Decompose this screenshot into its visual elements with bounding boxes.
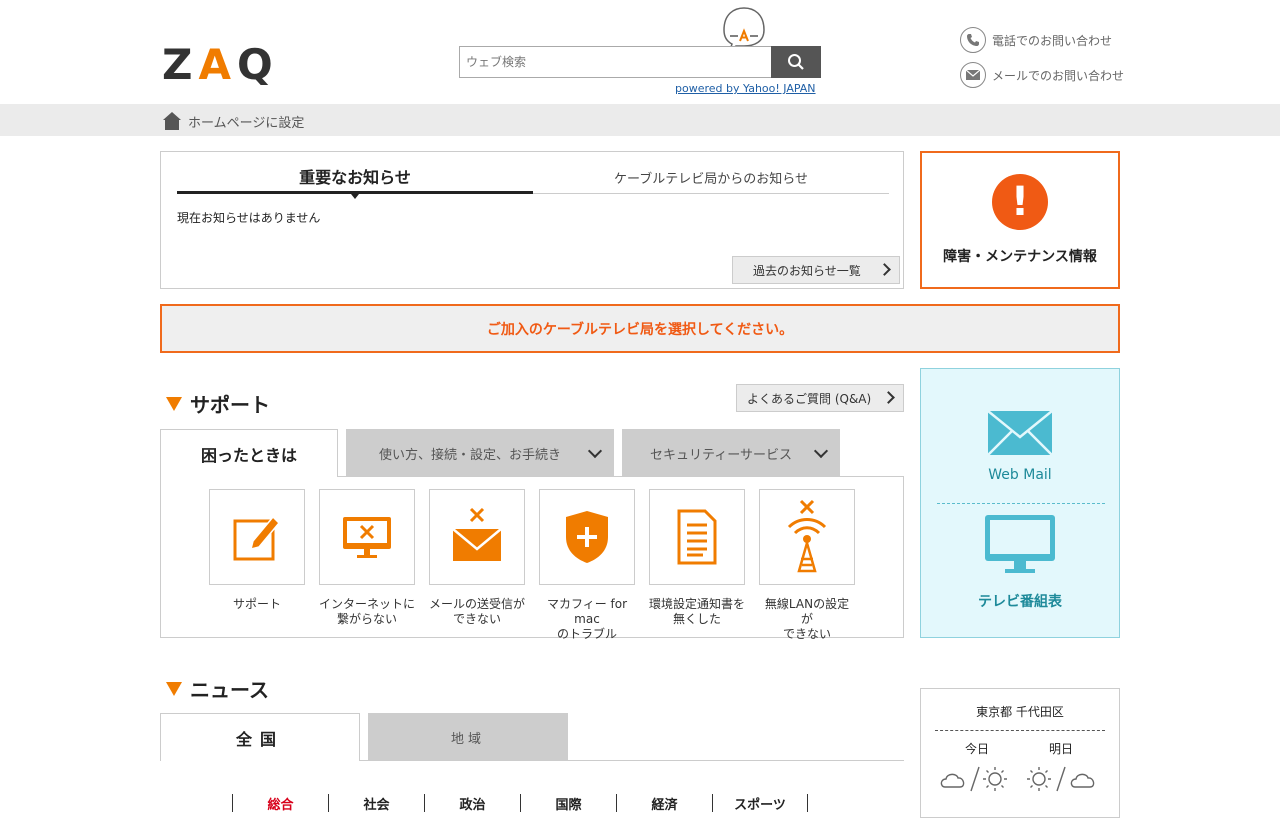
alert-icon: ! bbox=[992, 174, 1048, 230]
contact-phone-link[interactable]: 電話でのお問い合わせ bbox=[960, 27, 1112, 53]
sub-bar: ホームページに設定 bbox=[0, 104, 1280, 136]
support-item-mail-problem[interactable]: メールの送受信が できない bbox=[429, 489, 525, 627]
contact-mail-link[interactable]: メールでのお問い合わせ bbox=[960, 62, 1124, 88]
zaq-logo[interactable]: ZAQ bbox=[162, 44, 279, 86]
mascot-icon bbox=[723, 7, 765, 50]
maintenance-label: 障害・メンテナンス情報 bbox=[943, 249, 1097, 265]
weather-tomorrow: 明日 bbox=[1021, 740, 1101, 796]
triangle-down-icon bbox=[166, 681, 182, 696]
pencil-icon bbox=[233, 515, 281, 561]
support-item-no-internet[interactable]: インターネットに 繋がらない bbox=[319, 489, 415, 627]
support-heading: サポート bbox=[166, 389, 270, 418]
divider bbox=[360, 760, 904, 761]
phone-icon bbox=[960, 27, 986, 53]
chevron-right-icon bbox=[878, 263, 891, 276]
search-button[interactable] bbox=[771, 46, 821, 78]
select-station-banner[interactable]: ご加入のケーブルテレビ局を選択してください。 bbox=[160, 304, 1120, 353]
news-cat-sports[interactable]: スポーツ bbox=[712, 794, 808, 813]
tab-cable-station-notice[interactable]: ケーブルテレビ局からのお知らせ bbox=[533, 160, 889, 194]
cloudy-then-sunny-icon bbox=[940, 766, 1007, 792]
tv-guide-link[interactable]: テレビ番組表 bbox=[921, 515, 1119, 611]
news-cat-politics[interactable]: 政治 bbox=[424, 794, 520, 813]
news-cat-general[interactable]: 総合 bbox=[232, 794, 328, 813]
chevron-right-icon bbox=[882, 391, 895, 404]
notice-panel: 重要なお知らせ ケーブルテレビ局からのお知らせ 現在お知らせはありません 過去の… bbox=[160, 151, 904, 289]
support-item-wifi-setup[interactable]: 無線LANの設定が できない bbox=[759, 489, 855, 642]
quick-links-panel: Web Mail テレビ番組表 bbox=[920, 368, 1120, 638]
mail-x-icon bbox=[452, 507, 502, 561]
tab-important-notice[interactable]: 重要なお知らせ bbox=[177, 160, 533, 199]
divider bbox=[935, 730, 1105, 731]
support-panel: サポート インターネットに 繋がらない メールの送受信が できない マカフィー … bbox=[160, 476, 904, 641]
weather-today: 今日 bbox=[937, 740, 1017, 796]
tab-security-services[interactable]: セキュリティーサービス bbox=[622, 429, 840, 477]
notice-empty-text: 現在お知らせはありません bbox=[177, 211, 321, 225]
webmail-link[interactable]: Web Mail bbox=[921, 410, 1119, 483]
web-search bbox=[459, 46, 821, 78]
support-item-lost-settings-doc[interactable]: 環境設定通知書を 無くした bbox=[649, 489, 745, 627]
wifi-tower-x-icon bbox=[787, 499, 827, 573]
maintenance-info-button[interactable]: ! 障害・メンテナンス情報 bbox=[920, 151, 1120, 289]
shield-plus-icon bbox=[566, 511, 608, 563]
search-input[interactable] bbox=[459, 46, 771, 78]
support-item-support[interactable]: サポート bbox=[209, 489, 305, 612]
set-homepage-link[interactable]: ホームページに設定 bbox=[162, 111, 304, 131]
chevron-down-icon bbox=[813, 443, 829, 459]
monitor-x-icon bbox=[343, 517, 391, 558]
weather-widget: 東京都 千代田区 今日 明日 bbox=[920, 688, 1120, 818]
tab-usage-settings[interactable]: 使い方、接続・設定、お手続き bbox=[346, 429, 614, 477]
support-item-mcafee[interactable]: マカフィー for mac のトラブル bbox=[539, 489, 635, 642]
faq-button[interactable]: よくあるご質問 (Q&A) bbox=[736, 384, 904, 412]
tab-news-regional[interactable]: 地域 bbox=[368, 713, 568, 761]
chevron-down-icon bbox=[587, 443, 603, 459]
past-notices-button[interactable]: 過去のお知らせ一覧 bbox=[732, 256, 900, 284]
envelope-icon bbox=[987, 410, 1053, 456]
weather-location[interactable]: 東京都 千代田区 bbox=[921, 703, 1119, 720]
news-heading: ニュース bbox=[166, 674, 269, 703]
triangle-down-icon bbox=[166, 396, 182, 411]
news-cat-society[interactable]: 社会 bbox=[328, 794, 424, 813]
tab-news-national[interactable]: 全国 bbox=[160, 713, 360, 761]
document-icon bbox=[677, 509, 717, 565]
search-icon bbox=[788, 54, 804, 70]
site-header: ZAQ powered by Yahoo! JAPAN 電話でのお問い合わせ メ… bbox=[0, 0, 1280, 104]
monitor-icon bbox=[985, 515, 1055, 573]
news-categories: 総合 社会 政治 国際 経済 スポーツ bbox=[232, 794, 808, 813]
powered-by-yahoo-link[interactable]: powered by Yahoo! JAPAN bbox=[675, 82, 816, 95]
notice-tabs: 重要なお知らせ ケーブルテレビ局からのお知らせ bbox=[177, 160, 889, 199]
sunny-then-cloudy-icon bbox=[1027, 766, 1095, 792]
news-cat-international[interactable]: 国際 bbox=[520, 794, 616, 813]
divider bbox=[937, 503, 1105, 504]
news-cat-economy[interactable]: 経済 bbox=[616, 794, 712, 813]
home-icon bbox=[163, 112, 181, 130]
tab-troubleshooting[interactable]: 困ったときは bbox=[160, 429, 338, 477]
mail-icon bbox=[960, 62, 986, 88]
